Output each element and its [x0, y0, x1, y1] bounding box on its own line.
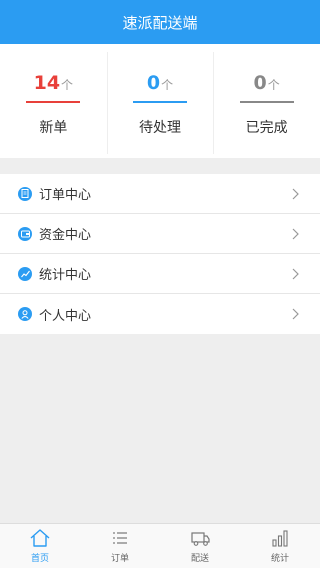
- order-stats-panel: 14 个 新单 0 个 待处理 0 个 已完成: [0, 44, 320, 158]
- user-icon: [18, 307, 32, 321]
- menu-item-statistics[interactable]: 统计中心: [0, 254, 320, 294]
- stat-count: 0: [146, 72, 161, 94]
- stat-completed[interactable]: 0 个 已完成: [213, 44, 320, 158]
- tab-statistics[interactable]: 统计: [240, 524, 320, 568]
- stat-new-orders[interactable]: 14 个 新单: [0, 44, 107, 158]
- stat-underline: [239, 101, 294, 103]
- menu-list: 订单中心 资金中心 统计中心 个人中心: [0, 174, 320, 334]
- chevron-right-icon: [292, 308, 299, 320]
- tab-label: 首页: [30, 554, 49, 564]
- stat-value-row: 14 个: [34, 72, 73, 98]
- tab-label: 配送: [190, 554, 209, 564]
- menu-item-funds[interactable]: 资金中心: [0, 214, 320, 254]
- tab-orders[interactable]: 订单: [80, 524, 160, 568]
- stat-label: 已完成: [245, 120, 288, 136]
- app-root: 速派配送端 14 个 新单 0 个 待处理 0 个 已完成 订单中心 资金中心 …: [0, 0, 320, 568]
- menu-item-orders[interactable]: 订单中心: [0, 174, 320, 214]
- stat-underline: [26, 101, 81, 103]
- tab-home[interactable]: 首页: [0, 524, 80, 568]
- menu-item-profile[interactable]: 个人中心: [0, 294, 320, 334]
- bar-chart-icon: [272, 530, 288, 547]
- trend-chart-icon: [18, 266, 32, 281]
- document-icon: [18, 186, 32, 201]
- delivery-icon: [191, 532, 210, 546]
- tab-delivery[interactable]: 配送: [160, 524, 240, 568]
- tab-label: 统计: [270, 554, 289, 564]
- stat-unit: 个: [267, 78, 280, 92]
- page-title: 速派配送端: [122, 13, 198, 32]
- menu-item-label: 个人中心: [39, 308, 92, 324]
- list-icon: [113, 532, 127, 544]
- stat-label: 新单: [39, 120, 68, 136]
- stat-underline: [133, 101, 187, 103]
- menu-item-label: 统计中心: [39, 268, 92, 283]
- stat-unit: 个: [61, 78, 74, 92]
- stat-unit: 个: [161, 78, 174, 92]
- bottom-tab-bar: 首页 订单 配送 统计: [0, 523, 320, 568]
- stat-count: 0: [253, 72, 267, 94]
- menu-item-label: 资金中心: [39, 228, 92, 243]
- stat-count: 14: [33, 72, 61, 94]
- app-header: 速派配送端: [0, 0, 320, 44]
- chevron-right-icon: [292, 268, 299, 279]
- stat-label: 待处理: [139, 120, 181, 136]
- stat-value-row: 0 个: [147, 72, 173, 98]
- stat-pending[interactable]: 0 个 待处理: [106, 44, 214, 158]
- home-icon: [30, 529, 50, 547]
- stat-value-row: 0 个: [254, 72, 280, 98]
- wallet-icon: [18, 226, 32, 241]
- menu-item-label: 订单中心: [39, 188, 92, 203]
- chevron-right-icon: [292, 228, 299, 239]
- tab-label: 订单: [110, 554, 129, 564]
- chevron-right-icon: [292, 188, 299, 199]
